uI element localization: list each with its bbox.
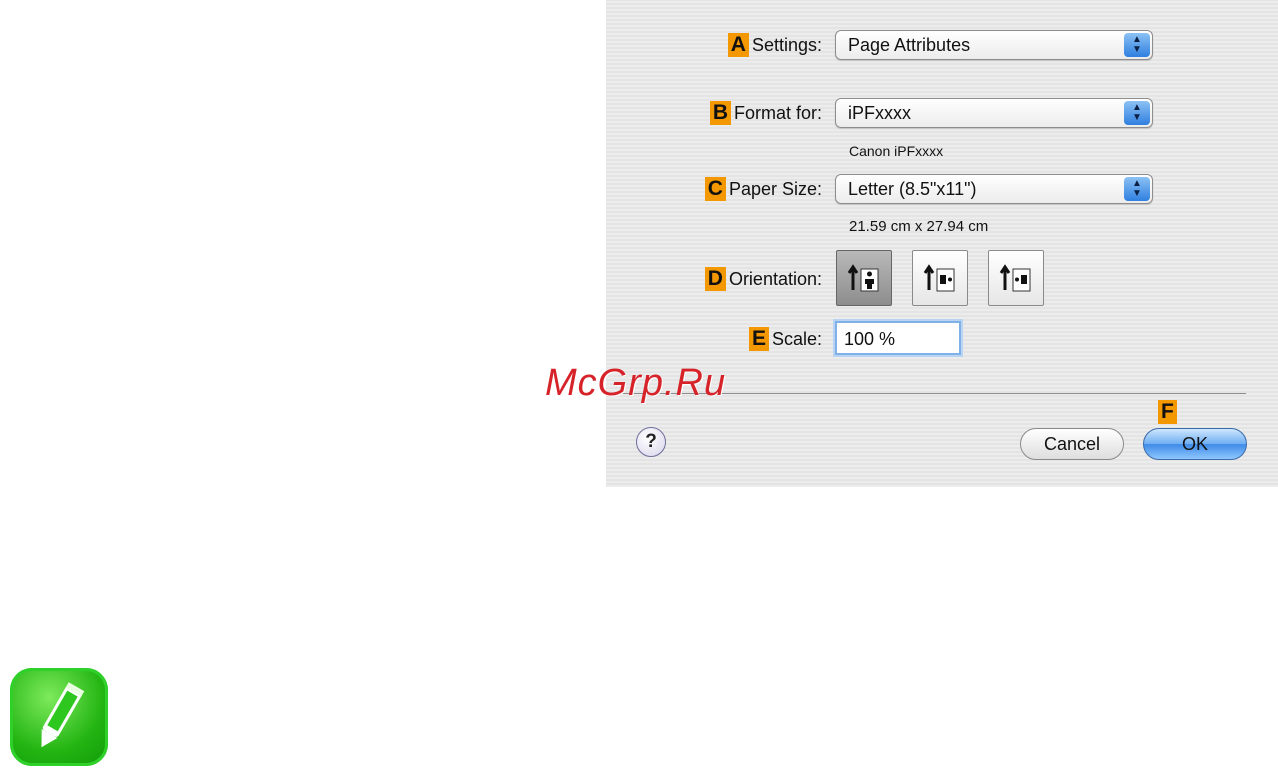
- popup-arrows-icon: ▲ ▼: [1124, 33, 1150, 57]
- cancel-button[interactable]: Cancel: [1020, 428, 1124, 460]
- badge-e: E: [748, 327, 769, 351]
- badge-b: B: [709, 101, 731, 125]
- help-button[interactable]: ?: [636, 427, 666, 457]
- orientation-portrait-button[interactable]: [836, 250, 892, 306]
- paper-size-value: Letter (8.5"x11"): [848, 178, 977, 199]
- badge-d: D: [704, 267, 726, 291]
- format-for-row: B Format for: iPFxxxx ▲ ▼: [606, 98, 1278, 138]
- page-setup-dialog: A Settings: Page Attributes ▲ ▼ B Format …: [606, 0, 1278, 487]
- settings-label-group: A Settings:: [727, 30, 822, 60]
- paper-size-label-group: C Paper Size:: [704, 174, 822, 204]
- ok-button[interactable]: OK: [1143, 428, 1247, 460]
- scale-label: Scale:: [771, 328, 822, 349]
- badge-f: F: [1158, 400, 1177, 424]
- popup-arrows-icon: ▲ ▼: [1124, 101, 1150, 125]
- settings-label: Settings:: [751, 34, 822, 55]
- landscape-left-icon: [923, 264, 955, 292]
- watermark-text: McGrp.Ru: [545, 362, 727, 404]
- paper-size-popup[interactable]: Letter (8.5"x11") ▲ ▼: [835, 174, 1153, 204]
- orientation-landscape-left-button[interactable]: [912, 250, 968, 306]
- format-for-label-group: B Format for:: [709, 98, 822, 128]
- pencil-icon: [41, 682, 85, 748]
- paper-size-row: C Paper Size: Letter (8.5"x11") ▲ ▼: [606, 174, 1278, 214]
- orientation-label-group: D Orientation:: [704, 264, 822, 294]
- scale-row: E Scale: 100 %: [606, 321, 1278, 362]
- format-for-label: Format for:: [733, 102, 822, 123]
- orientation-landscape-right-button[interactable]: [988, 250, 1044, 306]
- settings-popup[interactable]: Page Attributes ▲ ▼: [835, 30, 1153, 60]
- format-for-popup[interactable]: iPFxxxx ▲ ▼: [835, 98, 1153, 128]
- landscape-right-icon: [999, 264, 1031, 292]
- scale-label-group: E Scale:: [748, 324, 822, 354]
- paper-size-label: Paper Size:: [728, 178, 822, 199]
- orientation-label: Orientation:: [728, 268, 822, 289]
- scale-input[interactable]: 100 %: [835, 321, 961, 355]
- badge-c: C: [704, 177, 726, 201]
- pencil-note-icon: [10, 668, 108, 766]
- portrait-icon: [847, 264, 879, 292]
- paper-dimensions-text: 21.59 cm x 27.94 cm: [849, 218, 989, 235]
- badge-a: A: [727, 33, 749, 57]
- orientation-row: D Orientation:: [606, 250, 1278, 308]
- settings-row: A Settings: Page Attributes ▲ ▼: [606, 30, 1278, 70]
- printer-name-text: Canon iPFxxxx: [849, 143, 944, 159]
- settings-value: Page Attributes: [848, 34, 971, 55]
- format-for-value: iPFxxxx: [848, 102, 911, 123]
- popup-arrows-icon: ▲ ▼: [1124, 177, 1150, 201]
